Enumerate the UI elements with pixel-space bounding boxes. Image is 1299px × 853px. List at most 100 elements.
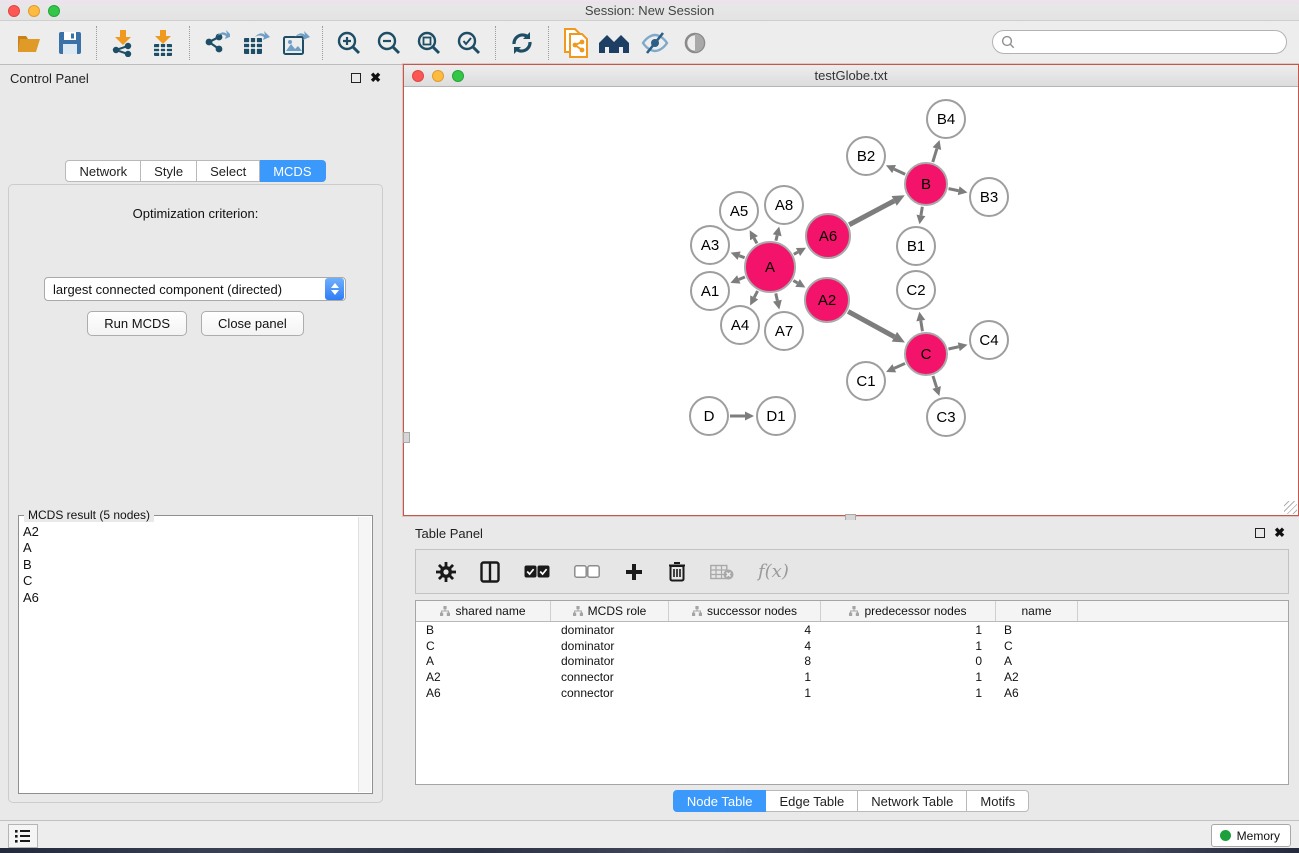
column-header-shared-name[interactable]: shared name	[416, 601, 551, 621]
search-input[interactable]	[1021, 35, 1286, 49]
save-session-icon[interactable]	[50, 26, 90, 60]
column-header-MCDS-role[interactable]: MCDS role	[551, 601, 669, 621]
show-networks-icon[interactable]	[595, 26, 635, 60]
graph-node-C2[interactable]: C2	[896, 270, 936, 310]
show-columns-icon[interactable]	[480, 561, 500, 583]
edge-C-C1[interactable]	[894, 363, 905, 368]
memory-button[interactable]: Memory	[1211, 824, 1291, 847]
graph-node-C[interactable]: C	[904, 332, 948, 376]
edge-B-B3[interactable]	[949, 189, 959, 191]
import-table-icon[interactable]	[143, 26, 183, 60]
result-item[interactable]: A6	[23, 590, 357, 606]
edge-A-A3[interactable]	[739, 256, 745, 258]
export-network-icon[interactable]	[196, 26, 236, 60]
float-panel-icon[interactable]	[351, 73, 361, 83]
edge-A6-B[interactable]	[849, 201, 894, 225]
delete-column-icon[interactable]	[668, 561, 686, 582]
tab-style[interactable]: Style	[141, 160, 197, 182]
run-mcds-button[interactable]: Run MCDS	[87, 311, 187, 336]
close-panel-button[interactable]: Close panel	[201, 311, 304, 336]
tab-mcds[interactable]: MCDS	[260, 160, 325, 182]
edge-B-B2[interactable]	[894, 169, 905, 174]
edge-A2-C[interactable]	[848, 311, 894, 336]
graph-node-A8[interactable]: A8	[764, 185, 804, 225]
result-item[interactable]: B	[23, 557, 357, 573]
table-row[interactable]: Bdominator41B	[416, 622, 1288, 638]
table-row[interactable]: Cdominator41C	[416, 638, 1288, 654]
select-all-columns-icon[interactable]	[524, 565, 550, 578]
zoom-in-icon[interactable]	[329, 26, 369, 60]
apply-layout-icon[interactable]	[502, 26, 542, 60]
network-canvas[interactable]: AA6 A2 B C A1 A3 A4 A5 A7 A8 B1 B2 B3B4 C1 C2 C3C4 D D1	[404, 87, 1298, 515]
edge-A-A7[interactable]	[776, 293, 778, 300]
table-settings-gear-icon[interactable]	[436, 562, 456, 582]
graph-node-B[interactable]: B	[904, 162, 948, 206]
tab-motifs[interactable]: Motifs	[967, 790, 1029, 812]
table-row[interactable]: Adominator80A	[416, 654, 1288, 670]
create-column-icon[interactable]	[624, 562, 644, 582]
column-header-predecessor-nodes[interactable]: predecessor nodes	[821, 601, 996, 621]
graph-node-A3[interactable]: A3	[690, 225, 730, 265]
edge-B-B1[interactable]	[921, 207, 922, 216]
result-item[interactable]: C	[23, 573, 357, 589]
graph-node-A5[interactable]: A5	[719, 191, 759, 231]
graph-node-B3[interactable]: B3	[969, 177, 1009, 217]
float-table-panel-icon[interactable]	[1255, 528, 1265, 538]
result-scrollbar[interactable]	[358, 517, 371, 792]
function-builder-icon[interactable]: f(x)	[758, 561, 789, 582]
result-item[interactable]: A	[23, 540, 357, 556]
edge-C-C4[interactable]	[948, 347, 958, 349]
edge-A-A5[interactable]	[754, 238, 757, 243]
edge-C-C2[interactable]	[921, 321, 923, 332]
graph-node-A6[interactable]: A6	[805, 213, 851, 259]
graph-node-B2[interactable]: B2	[846, 136, 886, 176]
export-table-icon[interactable]	[236, 26, 276, 60]
deselect-all-columns-icon[interactable]	[574, 565, 600, 578]
criterion-select[interactable]: largest connected component (directed)	[44, 277, 346, 301]
zoom-fit-icon[interactable]	[409, 26, 449, 60]
graph-node-A2[interactable]: A2	[804, 277, 850, 323]
close-panel-icon[interactable]: ✖	[370, 72, 381, 84]
graph-node-A[interactable]: A	[744, 241, 796, 293]
show-graphics-details-icon[interactable]	[675, 26, 715, 60]
import-network-icon[interactable]	[103, 26, 143, 60]
graph-node-A1[interactable]: A1	[690, 271, 730, 311]
hide-graphics-details-icon[interactable]	[635, 26, 675, 60]
graph-node-D[interactable]: D	[689, 396, 729, 436]
export-image-icon[interactable]	[276, 26, 316, 60]
clone-network-icon[interactable]	[555, 26, 595, 60]
edge-B-B4[interactable]	[933, 149, 937, 162]
table-row[interactable]: A6connector11A6	[416, 685, 1288, 701]
graph-node-B1[interactable]: B1	[896, 226, 936, 266]
result-item[interactable]: A2	[23, 524, 357, 540]
close-table-panel-icon[interactable]: ✖	[1274, 527, 1285, 539]
graph-node-B4[interactable]: B4	[926, 99, 966, 139]
tab-network[interactable]: Network	[65, 160, 141, 182]
edge-A-A2[interactable]	[793, 281, 797, 283]
tab-network-table[interactable]: Network Table	[858, 790, 967, 812]
open-session-icon[interactable]	[10, 26, 50, 60]
tab-select[interactable]: Select	[197, 160, 260, 182]
graph-node-A4[interactable]: A4	[720, 305, 760, 345]
task-history-button[interactable]	[8, 824, 38, 848]
graph-node-D1[interactable]: D1	[756, 396, 796, 436]
edge-A-A8[interactable]	[776, 235, 777, 240]
tab-edge-table[interactable]: Edge Table	[766, 790, 858, 812]
zoom-selected-icon[interactable]	[449, 26, 489, 60]
column-header-successor-nodes[interactable]: successor nodes	[669, 601, 821, 621]
edge-A-A1[interactable]	[739, 277, 745, 279]
resize-grip-icon[interactable]	[1284, 501, 1297, 514]
graph-node-C3[interactable]: C3	[926, 397, 966, 437]
tab-node-table[interactable]: Node Table	[673, 790, 767, 812]
column-header-name[interactable]: name	[996, 601, 1078, 621]
graph-node-A7[interactable]: A7	[764, 311, 804, 351]
graph-node-C4[interactable]: C4	[969, 320, 1009, 360]
edge-A-A4[interactable]	[754, 291, 757, 297]
delete-table-icon[interactable]	[710, 564, 734, 580]
zoom-out-icon[interactable]	[369, 26, 409, 60]
vertical-split-handle[interactable]	[403, 432, 410, 443]
table-row[interactable]: A2connector11A2	[416, 669, 1288, 685]
search-box[interactable]	[992, 30, 1287, 54]
edge-A-A6[interactable]	[794, 252, 798, 254]
graph-node-C1[interactable]: C1	[846, 361, 886, 401]
